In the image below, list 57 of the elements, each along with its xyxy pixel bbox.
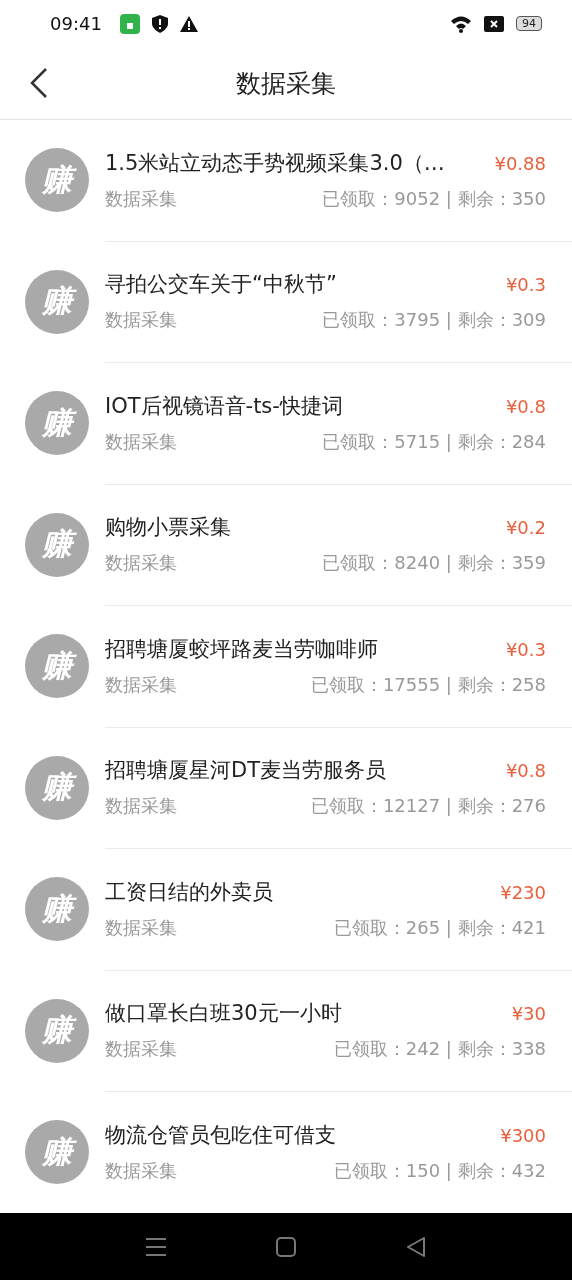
task-stats: 已领取：17555 | 剩余：258	[310, 672, 546, 697]
task-price: ¥300	[500, 1125, 546, 1147]
task-category: 数据采集	[105, 308, 177, 333]
task-title[interactable]: 物流仓管员包吃住可借支	[105, 1121, 336, 1150]
app-notification-icon	[119, 13, 140, 34]
task-stats: 已领取：9052 | 剩余：350	[322, 186, 546, 211]
back-icon[interactable]	[30, 67, 48, 100]
task-avatar: 赚	[25, 1120, 89, 1185]
task-title[interactable]: IOT后视镜语音-ts-快捷词	[105, 391, 343, 420]
task-title[interactable]: 1.5米站立动态手势视频采集3.0（…	[105, 148, 445, 177]
task-category: 数据采集	[105, 429, 177, 454]
task-price: ¥230	[500, 881, 546, 903]
task-category: 数据采集	[105, 551, 177, 576]
task-category: 数据采集	[105, 186, 177, 211]
task-avatar: 赚	[25, 391, 89, 456]
back-nav-icon[interactable]	[406, 1236, 426, 1257]
task-avatar: 赚	[25, 512, 89, 577]
task-price: ¥0.88	[494, 152, 546, 174]
task-title[interactable]: 做口罩长白班30元一小时	[105, 999, 342, 1028]
task-title[interactable]: 寻拍公交车关于“中秋节”	[105, 270, 337, 299]
task-stats: 已领取：265 | 剩余：421	[333, 915, 546, 940]
task-category: 数据采集	[105, 1159, 177, 1184]
menu-icon[interactable]	[146, 1236, 166, 1257]
status-time: 09:41	[50, 13, 102, 35]
task-avatar: 赚	[25, 269, 89, 334]
task-title[interactable]: 招聘塘厦蛟坪路麦当劳咖啡师	[105, 634, 378, 663]
warning-icon	[179, 15, 198, 32]
task-title[interactable]: 购物小票采集	[105, 513, 231, 542]
task-stats: 已领取：12127 | 剩余：276	[310, 794, 546, 819]
no-sim-icon	[484, 15, 504, 32]
task-category: 数据采集	[105, 672, 177, 697]
task-category: 数据采集	[105, 915, 177, 940]
wifi-icon	[450, 14, 472, 33]
task-stats: 已领取：242 | 剩余：338	[333, 1037, 546, 1062]
task-stats: 已领取：5715 | 剩余：284	[322, 429, 546, 454]
task-category: 数据采集	[105, 794, 177, 819]
shield-icon	[151, 14, 168, 33]
battery-level: 94	[516, 16, 542, 32]
task-avatar: 赚	[25, 755, 89, 820]
page-title: 数据采集	[236, 67, 336, 100]
task-price: ¥0.2	[505, 517, 546, 539]
task-avatar: 赚	[25, 148, 89, 213]
task-price: ¥0.3	[505, 274, 546, 296]
task-avatar: 赚	[25, 634, 89, 699]
task-category: 数据采集	[105, 1037, 177, 1062]
task-avatar: 赚	[25, 998, 89, 1063]
task-avatar: 赚	[25, 877, 89, 942]
task-title[interactable]: 招聘塘厦星河DT麦当劳服务员	[105, 756, 386, 785]
task-price: ¥0.8	[505, 395, 546, 417]
task-price: ¥0.3	[505, 638, 546, 660]
task-price: ¥30	[511, 1003, 546, 1025]
task-title[interactable]: 工资日结的外卖员	[105, 877, 273, 906]
home-icon[interactable]	[276, 1236, 296, 1257]
task-stats: 已领取：3795 | 剩余：309	[322, 308, 546, 333]
task-stats: 已领取：8240 | 剩余：359	[322, 551, 546, 576]
task-stats: 已领取：150 | 剩余：432	[333, 1159, 546, 1184]
task-price: ¥0.8	[505, 760, 546, 782]
